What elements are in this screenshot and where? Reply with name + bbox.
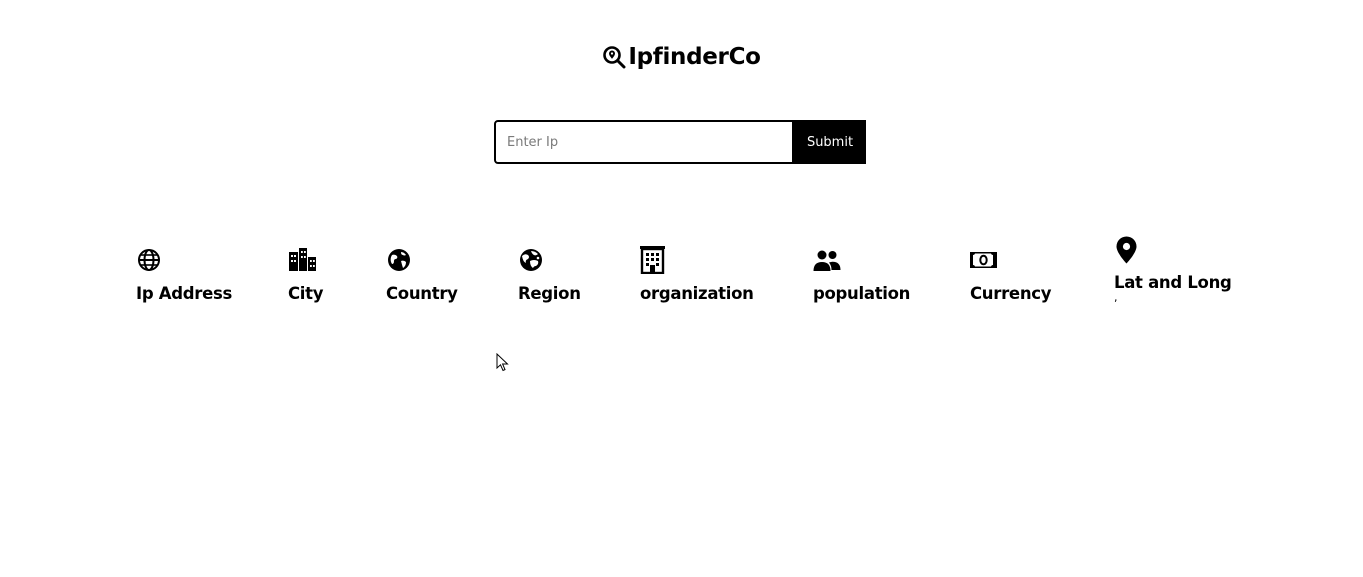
info-organization: organization xyxy=(640,246,754,315)
earth-icon xyxy=(388,249,410,271)
info-value xyxy=(518,303,581,315)
search-location-icon xyxy=(603,46,626,69)
info-value xyxy=(136,303,232,315)
world-map-icon xyxy=(520,249,542,271)
info-value xyxy=(386,303,458,315)
info-label: Region xyxy=(518,284,581,303)
info-value xyxy=(970,303,1051,315)
map-pin-icon xyxy=(1116,236,1137,264)
info-city: City xyxy=(288,247,324,315)
globe-icon xyxy=(138,249,160,271)
info-label: Lat and Long xyxy=(1114,273,1232,292)
info-population: population xyxy=(813,247,910,315)
info-currency: Currency xyxy=(970,247,1052,315)
info-label: Currency xyxy=(970,284,1052,303)
info-label: City xyxy=(288,284,324,303)
info-value xyxy=(288,303,323,315)
building-icon xyxy=(640,246,665,274)
info-lat-long: Lat and Long , xyxy=(1114,236,1232,304)
app-title: IpfinderCo xyxy=(628,44,761,70)
info-label: organization xyxy=(640,284,754,303)
ip-search-form: Submit xyxy=(494,120,866,164)
info-country: Country xyxy=(386,247,458,315)
logo: IpfinderCo xyxy=(602,44,761,70)
info-value xyxy=(813,303,910,315)
users-icon xyxy=(813,250,841,271)
ip-input[interactable] xyxy=(494,120,794,164)
info-value xyxy=(640,303,754,315)
money-bill-icon xyxy=(970,252,997,268)
info-label: Country xyxy=(386,284,458,303)
city-icon xyxy=(289,248,316,271)
info-ip-address: Ip Address xyxy=(136,247,232,315)
submit-button[interactable]: Submit xyxy=(794,120,866,164)
info-label: population xyxy=(813,284,911,303)
info-label: Ip Address xyxy=(136,284,233,303)
mouse-cursor-icon xyxy=(496,353,509,372)
header: IpfinderCo xyxy=(0,44,1363,70)
info-region: Region xyxy=(518,247,581,315)
page: IpfinderCo Submit Ip Address xyxy=(0,0,1363,577)
lat-long-value: , xyxy=(1114,291,1118,304)
